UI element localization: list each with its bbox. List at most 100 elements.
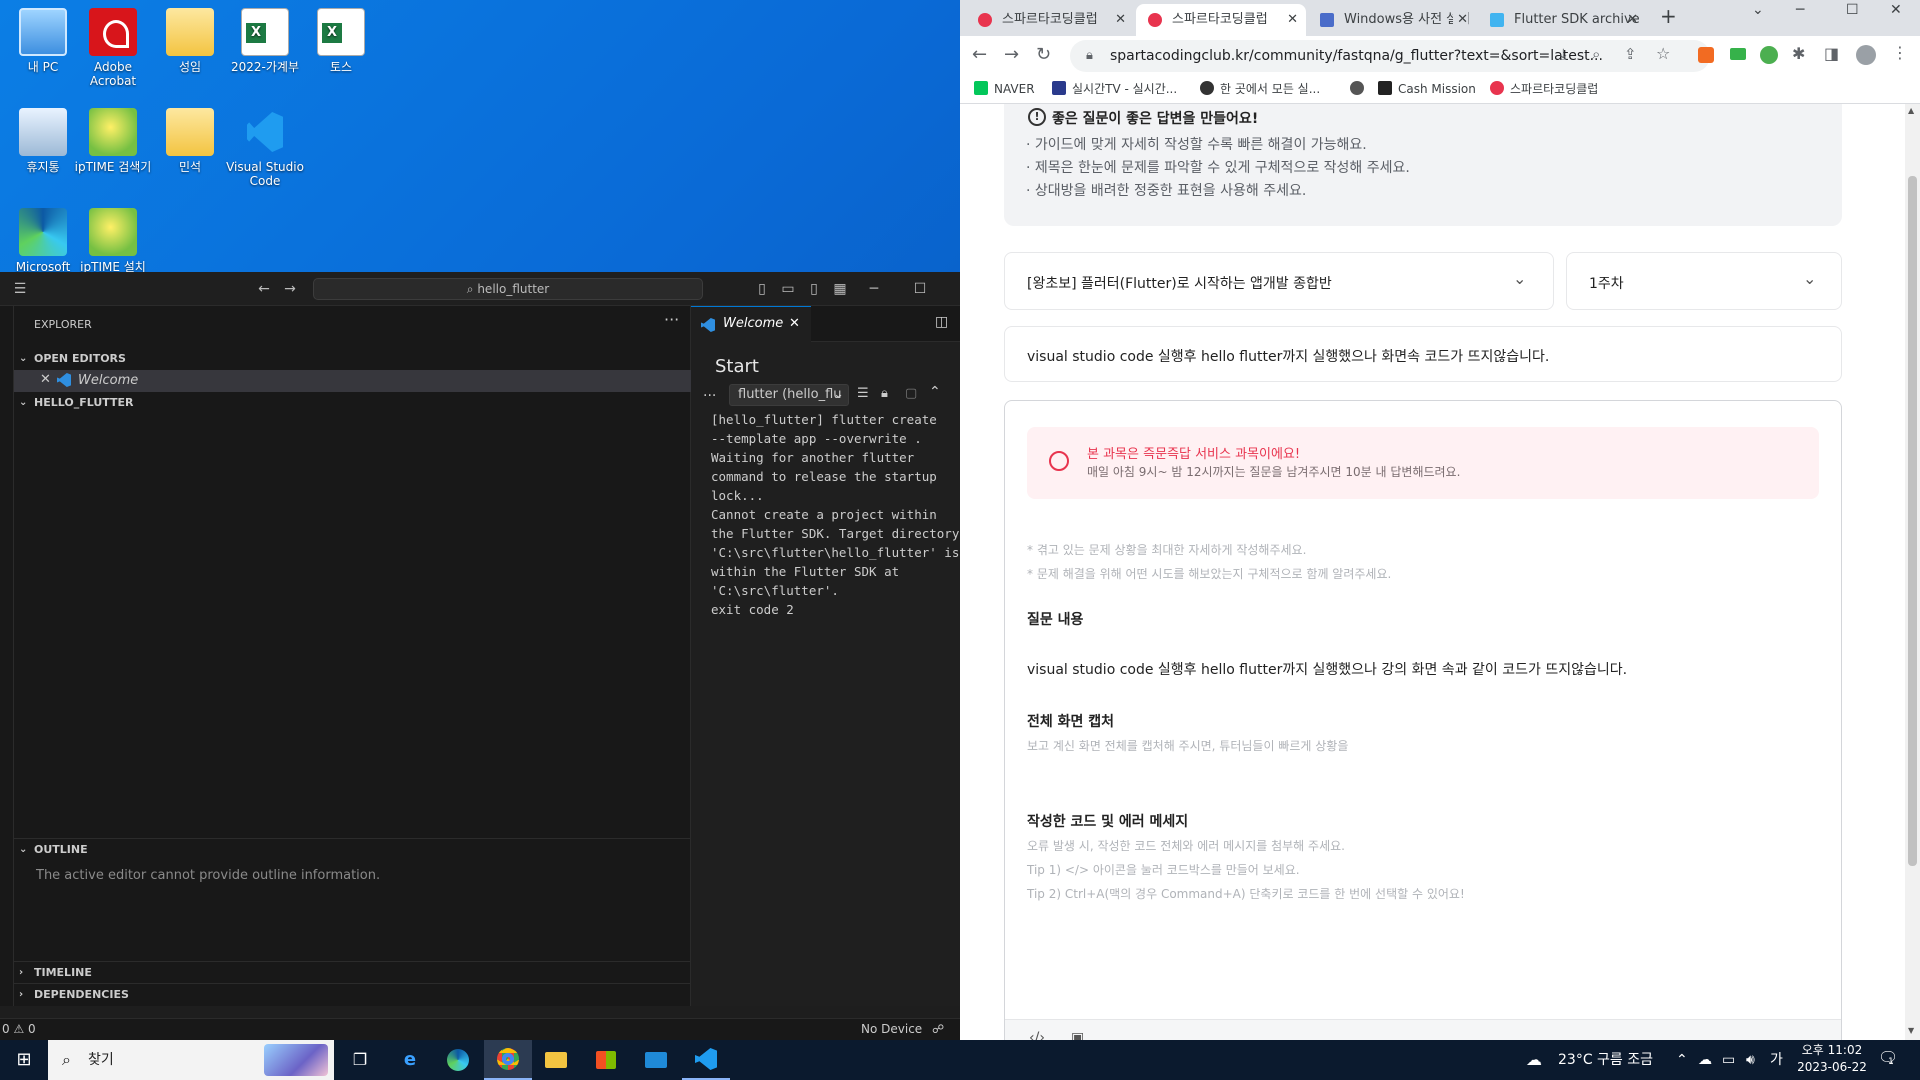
terminal-select[interactable]: flutter (hello_flu ⌄ bbox=[729, 384, 849, 406]
ime-indicator[interactable]: 가 bbox=[1770, 1040, 1783, 1080]
section-outline[interactable]: ⌄ OUTLINE bbox=[14, 838, 691, 860]
layout-icon[interactable]: ▦ bbox=[828, 272, 852, 306]
page-scrollbar[interactable]: ▲ ▼ bbox=[1905, 104, 1920, 1040]
install-app-icon[interactable]: ⤓ bbox=[1560, 45, 1567, 63]
store-icon[interactable] bbox=[582, 1040, 630, 1080]
side-panel-icon[interactable]: ◨ bbox=[1824, 44, 1839, 63]
section-open-editors[interactable]: ⌄ OPEN EDITORS bbox=[14, 348, 691, 370]
scroll-up-icon[interactable]: ▲ bbox=[1908, 106, 1914, 115]
maximize-icon[interactable]: ☐ bbox=[908, 272, 932, 306]
command-center[interactable]: ⌕ hello_flutter bbox=[313, 278, 703, 300]
profile-avatar-icon[interactable] bbox=[1856, 45, 1876, 65]
extensions-puzzle-icon[interactable]: ✱ bbox=[1792, 44, 1805, 63]
section-dependencies[interactable]: › DEPENDENCIES bbox=[14, 983, 691, 1005]
desktop-icon-iptime-setup[interactable]: ipTIME 설치 bbox=[70, 208, 156, 274]
device-selector[interactable]: No Device bbox=[861, 1019, 922, 1040]
desktop-icon-folder-1[interactable]: 성임 bbox=[147, 8, 233, 74]
zoom-icon[interactable]: ⌕ bbox=[1592, 45, 1600, 63]
feedback-icon[interactable]: ☍ bbox=[932, 1019, 944, 1040]
ie-icon[interactable]: e bbox=[386, 1040, 434, 1080]
terminal-output[interactable]: [hello_flutter] flutter create --template… bbox=[691, 410, 960, 710]
menu-icon[interactable]: ☰ bbox=[8, 272, 32, 306]
back-arrow-icon[interactable]: ← bbox=[252, 272, 276, 306]
course-select[interactable]: [왕초보] 플러터(Flutter)로 시작하는 앱개발 종합반 ⌄ bbox=[1004, 252, 1554, 310]
close-window-icon[interactable]: ✕ bbox=[1890, 2, 1902, 18]
menu-kebab-icon[interactable]: ⋮ bbox=[1892, 43, 1908, 62]
task-view-icon[interactable]: ❐ bbox=[336, 1040, 384, 1080]
extension-orange-icon[interactable] bbox=[1698, 47, 1714, 63]
desktop-icon-iptime-search[interactable]: ipTIME 검색기 bbox=[70, 108, 156, 174]
bookmark-cash-mission[interactable]: Cash Mission bbox=[1378, 76, 1476, 102]
more-actions-icon[interactable]: ··· bbox=[664, 310, 679, 329]
chrome-tab-2-active[interactable]: 스파르타코딩클럽 ✕ bbox=[1136, 4, 1306, 36]
chrome-tab-4[interactable]: Flutter SDK archive ✕ bbox=[1478, 4, 1646, 36]
maximize-icon[interactable]: ☐ bbox=[1846, 2, 1859, 18]
question-body[interactable]: visual studio code 실행후 hello flutter까지 실… bbox=[1027, 659, 1627, 679]
toggle-panel-icon[interactable]: ▭ bbox=[776, 272, 800, 306]
tab-search-icon[interactable]: ⌄ bbox=[1752, 2, 1764, 18]
volume-icon[interactable]: 🔊︎ bbox=[1746, 1040, 1755, 1080]
bookmark-sparta[interactable]: 스파르타코딩클럽 bbox=[1490, 76, 1598, 102]
bookmark-globe[interactable] bbox=[1350, 76, 1370, 102]
desktop-icon-excel-1[interactable]: 2022-가계부 bbox=[222, 8, 308, 74]
chrome-tab-3[interactable]: Windows용 사전 설치 ✕ bbox=[1308, 4, 1476, 36]
share-icon[interactable]: ⇪ bbox=[1624, 45, 1637, 63]
toggle-secondary-sidebar-icon[interactable]: ▯ bbox=[802, 272, 826, 306]
question-editor[interactable]: 본 과목은 즉문즉답 서비스 과목이에요! 매일 아침 9시~ 밤 12시까지는… bbox=[1004, 400, 1842, 1040]
chrome-taskbar-icon[interactable] bbox=[484, 1040, 532, 1080]
bookmark-all-in-one[interactable]: 한 곳에서 모든 실... bbox=[1200, 76, 1320, 102]
bookmark-tv[interactable]: 실시간TV - 실시간... bbox=[1052, 76, 1177, 102]
mail-icon[interactable] bbox=[632, 1040, 680, 1080]
problems-count[interactable]: 0 ⚠ 0 bbox=[2, 1019, 36, 1040]
lock-icon[interactable]: 🔒︎ bbox=[881, 386, 888, 401]
weather-text[interactable]: 23°C 구름 조금 bbox=[1558, 1040, 1653, 1080]
address-bar[interactable]: 🔒︎ spartacodingclub.kr/community/fastqna… bbox=[1070, 40, 1710, 72]
vscode-taskbar-icon[interactable] bbox=[682, 1040, 730, 1080]
tab-welcome[interactable]: Welcome ✕ bbox=[691, 306, 811, 342]
title-input[interactable]: visual studio code 실행후 hello flutter까지 실… bbox=[1004, 326, 1842, 382]
close-icon[interactable]: ✕ bbox=[1627, 4, 1638, 36]
notification-center-icon[interactable]: 🗨︎ 1 bbox=[1878, 1048, 1902, 1072]
desktop-icon-acrobat[interactable]: Adobe Acrobat bbox=[70, 8, 156, 88]
code-block-icon[interactable]: ‹/› bbox=[1029, 1030, 1045, 1040]
chevron-up-icon[interactable]: ⌃ bbox=[929, 384, 941, 400]
forward-icon[interactable]: → bbox=[1004, 44, 1019, 65]
terminal-more-icon[interactable]: ··· bbox=[703, 388, 716, 404]
chevron-up-icon[interactable]: ⌃ bbox=[1676, 1040, 1688, 1080]
close-icon[interactable]: ✕ bbox=[789, 307, 800, 341]
reload-icon[interactable]: ↻ bbox=[1036, 44, 1051, 65]
desktop-icon-vscode[interactable]: Visual Studio Code bbox=[222, 108, 308, 188]
windows-start-icon[interactable]: ⊞ bbox=[0, 1040, 48, 1080]
network-icon[interactable]: ▭ bbox=[1722, 1040, 1735, 1080]
back-icon[interactable]: ← bbox=[972, 44, 987, 65]
bookmark-star-icon[interactable]: ☆ bbox=[1656, 44, 1670, 63]
clock[interactable]: 오후 11:02 2023-06-22 bbox=[1792, 1042, 1872, 1078]
trash-icon[interactable]: ▢ bbox=[905, 386, 917, 401]
desktop-icon-folder-2[interactable]: 민석 bbox=[147, 108, 233, 174]
close-icon[interactable]: ✕ bbox=[1453, 4, 1468, 36]
new-tab-icon[interactable]: + bbox=[1660, 4, 1677, 28]
split-editor-icon[interactable]: ◫ bbox=[935, 314, 948, 330]
file-explorer-icon[interactable] bbox=[532, 1040, 580, 1080]
taskbar-search[interactable]: ⌕ 찾기 bbox=[48, 1040, 334, 1080]
minimize-icon[interactable]: ─ bbox=[1796, 2, 1804, 18]
forward-arrow-icon[interactable]: → bbox=[278, 272, 302, 306]
bookmark-naver[interactable]: NAVER bbox=[974, 76, 1035, 102]
close-icon[interactable]: ✕ bbox=[40, 372, 51, 387]
chrome-tab-1[interactable]: 스파르타코딩클럽 ✕ bbox=[966, 4, 1134, 36]
section-hello-flutter[interactable]: ⌄ HELLO_FLUTTER bbox=[14, 392, 691, 414]
image-icon[interactable]: ▣ bbox=[1071, 1030, 1084, 1040]
open-editor-item[interactable]: ✕ Welcome bbox=[14, 370, 691, 392]
week-select[interactable]: 1주차 ⌄ bbox=[1566, 252, 1842, 310]
scrollbar-thumb[interactable] bbox=[1908, 176, 1917, 866]
scroll-down-icon[interactable]: ▼ bbox=[1908, 1026, 1914, 1035]
onedrive-icon[interactable]: ☁ bbox=[1698, 1040, 1712, 1080]
close-icon[interactable]: ✕ bbox=[1115, 4, 1126, 36]
edge-taskbar-icon[interactable] bbox=[434, 1040, 482, 1080]
extension-green-icon[interactable] bbox=[1730, 48, 1746, 60]
minimize-icon[interactable]: ─ bbox=[862, 272, 886, 306]
section-timeline[interactable]: › TIMELINE bbox=[14, 961, 691, 983]
close-icon[interactable]: ✕ bbox=[1287, 4, 1298, 36]
toggle-sidebar-icon[interactable]: ▯ bbox=[750, 272, 774, 306]
desktop-icon-excel-2[interactable]: 토스 bbox=[298, 8, 384, 74]
